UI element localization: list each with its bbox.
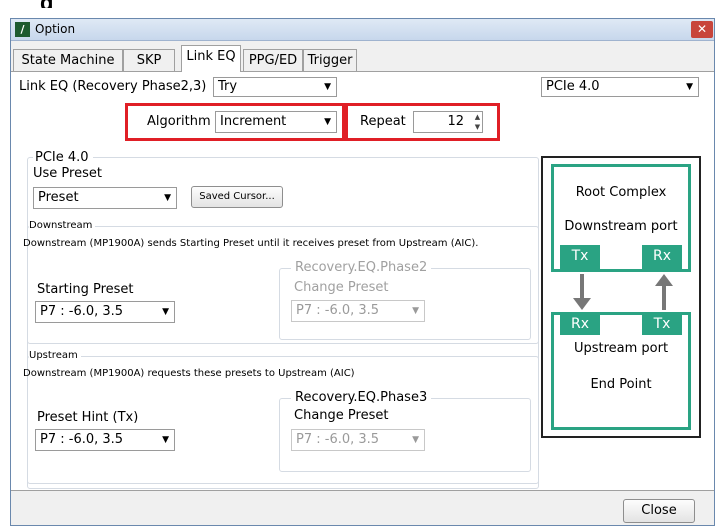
topology-diagram: Root Complex Downstream port Tx Rx Rx Tx… bbox=[541, 156, 701, 438]
standard-select[interactable]: PCIe 4.0 ▼ bbox=[541, 77, 699, 97]
chevron-down-icon: ▼ bbox=[412, 435, 419, 445]
chevron-down-icon: ▼ bbox=[324, 117, 331, 127]
link-eq-label: Link EQ (Recovery Phase2,3) bbox=[19, 79, 207, 94]
phase3-change-value: P7 : -6.0, 3.5 bbox=[296, 432, 380, 447]
document-heading: g bbox=[0, 0, 715, 8]
chevron-down-icon: ▼ bbox=[324, 82, 331, 92]
tab-ppg-ed[interactable]: PPG/ED bbox=[243, 49, 303, 71]
chevron-down-icon: ▼ bbox=[686, 82, 693, 92]
repeat-label: Repeat bbox=[360, 114, 406, 129]
pcie-group-title: PCIe 4.0 bbox=[33, 150, 93, 165]
use-preset-label: Use Preset bbox=[33, 166, 102, 181]
link-arrows-icon bbox=[573, 274, 673, 310]
title-bar: / Option ✕ bbox=[11, 19, 714, 41]
standard-value: PCIe 4.0 bbox=[546, 79, 600, 94]
starting-preset-value: P7 : -6.0, 3.5 bbox=[40, 304, 124, 319]
tab-skp[interactable]: SKP bbox=[123, 49, 175, 71]
end-tx-port: Tx bbox=[642, 315, 682, 335]
spinner-arrows-icon[interactable]: ▲ ▼ bbox=[473, 112, 482, 132]
root-rx-port: Rx bbox=[642, 245, 682, 269]
preset-hint-label: Preset Hint (Tx) bbox=[37, 410, 139, 425]
window-title: Option bbox=[35, 22, 76, 36]
repeat-value: 12 bbox=[447, 114, 464, 129]
option-app-icon: / bbox=[15, 22, 30, 37]
downstream-port-label: Downstream port bbox=[564, 219, 678, 234]
option-dialog: / Option ✕ State Machine SKP Link EQ PPG… bbox=[10, 18, 715, 526]
upstream-title: Upstream bbox=[29, 350, 81, 361]
upstream-port-label: Upstream port bbox=[573, 341, 669, 356]
close-button[interactable]: Close bbox=[623, 499, 695, 523]
chevron-down-icon: ▼ bbox=[164, 193, 171, 203]
chevron-down-icon: ▼ bbox=[162, 307, 169, 317]
root-complex-node: Root Complex Downstream port Tx Rx bbox=[551, 164, 691, 272]
tab-link-eq[interactable]: Link EQ bbox=[181, 45, 241, 72]
phase3-change-label: Change Preset bbox=[294, 408, 389, 423]
phase2-change-select[interactable]: P7 : -6.0, 3.5 ▼ bbox=[291, 300, 425, 322]
chevron-down-icon: ▼ bbox=[162, 435, 169, 445]
preset-hint-value: P7 : -6.0, 3.5 bbox=[40, 432, 124, 447]
downstream-title: Downstream bbox=[29, 220, 96, 231]
tab-trigger[interactable]: Trigger bbox=[303, 49, 357, 71]
root-complex-label: Root Complex bbox=[575, 185, 667, 200]
phase2-change-value: P7 : -6.0, 3.5 bbox=[296, 303, 380, 318]
chevron-down-icon: ▼ bbox=[412, 306, 419, 316]
algorithm-select[interactable]: Increment ▼ bbox=[215, 111, 337, 133]
phase3-change-select[interactable]: P7 : -6.0, 3.5 ▼ bbox=[291, 429, 425, 451]
phase3-title: Recovery.EQ.Phase3 bbox=[291, 390, 432, 405]
saved-cursor-button[interactable]: Saved Cursor... bbox=[191, 186, 283, 208]
root-tx-port: Tx bbox=[560, 245, 600, 269]
preset-hint-select[interactable]: P7 : -6.0, 3.5 ▼ bbox=[35, 429, 175, 451]
use-preset-select[interactable]: Preset ▼ bbox=[33, 187, 177, 209]
link-eq-value: Try bbox=[218, 79, 238, 94]
tab-state-machine[interactable]: State Machine bbox=[13, 49, 123, 71]
starting-preset-select[interactable]: P7 : -6.0, 3.5 ▼ bbox=[35, 301, 175, 323]
link-eq-panel: Link EQ (Recovery Phase2,3) Try ▼ PCIe 4… bbox=[11, 71, 714, 491]
algorithm-value: Increment bbox=[220, 114, 287, 129]
link-eq-select[interactable]: Try ▼ bbox=[213, 77, 337, 97]
end-point-label: End Point bbox=[590, 377, 652, 392]
algorithm-label: Algorithm bbox=[147, 114, 211, 129]
phase2-title: Recovery.EQ.Phase2 bbox=[291, 260, 432, 275]
close-icon[interactable]: ✕ bbox=[691, 21, 713, 38]
phase2-change-label: Change Preset bbox=[294, 280, 389, 295]
starting-preset-label: Starting Preset bbox=[37, 282, 134, 297]
upstream-description: Downstream (MP1900A) requests these pres… bbox=[23, 368, 355, 379]
downstream-description: Downstream (MP1900A) sends Starting Pres… bbox=[23, 238, 479, 249]
end-point-node: Rx Tx Upstream port End Point bbox=[551, 312, 691, 430]
end-rx-port: Rx bbox=[560, 315, 600, 335]
use-preset-value: Preset bbox=[38, 190, 79, 205]
